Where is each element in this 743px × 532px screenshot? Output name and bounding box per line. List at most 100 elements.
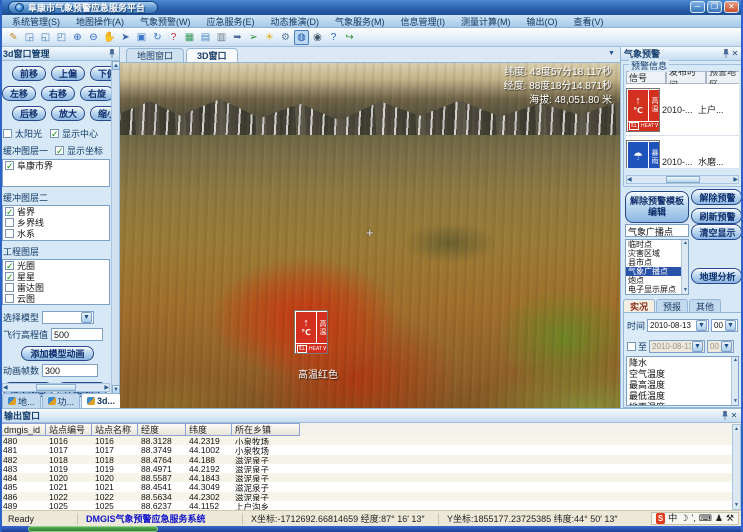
start-button-edge[interactable] xyxy=(28,526,158,532)
layer-swipe-icon[interactable]: ▦ xyxy=(182,30,197,45)
ime-punct-icon[interactable]: ’, xyxy=(691,513,696,524)
scroll-right-icon[interactable]: ▶ xyxy=(104,384,109,391)
point-type-list[interactable]: 临时点 灾害区域 县市点 气象广播点 炮点 电子显示屏点 xyxy=(625,239,689,295)
output-vscrollbar[interactable] xyxy=(732,424,741,510)
globe-3d-icon[interactable]: ◍ xyxy=(294,30,309,45)
measure-icon[interactable]: ✎ xyxy=(6,30,21,45)
anim-frames-input[interactable] xyxy=(42,364,98,377)
exit-icon[interactable]: ↪ xyxy=(342,30,357,45)
layer-checkbox[interactable] xyxy=(5,207,14,216)
table-row[interactable]: 485 1021 1021 88.4541 44.3049 滋泥泉子 xyxy=(0,482,743,491)
minimize-button[interactable]: ─ xyxy=(690,1,705,13)
column-header[interactable]: 纬度 xyxy=(186,423,232,436)
show-coord-checkbox[interactable] xyxy=(55,146,64,155)
layer-list-item[interactable]: 云图 xyxy=(3,293,109,304)
column-header[interactable]: 站点编号 xyxy=(46,423,92,436)
scroll-thumb[interactable] xyxy=(36,384,76,391)
table-row[interactable]: 489 1025 1025 88.6237 44.1152 上户沟乡 xyxy=(0,501,743,510)
element-list-vscrollbar[interactable] xyxy=(731,357,738,405)
project-layer-list[interactable]: 光圈 星星 雷达图 云图 xyxy=(2,259,110,305)
map-tab-overflow-button[interactable]: ▼ xyxy=(608,50,735,57)
remove-warning-button[interactable]: 解除预警 xyxy=(691,189,742,205)
camera-nav-button[interactable]: 缩小 xyxy=(90,106,112,121)
show-center-checkbox[interactable] xyxy=(50,129,59,138)
add-model-anim-button[interactable]: 添加模型动画 xyxy=(21,346,93,361)
template-edit-button[interactable]: 解除预警模板编辑 xyxy=(625,191,689,223)
warning-column-header[interactable]: 发布时间 xyxy=(666,71,706,84)
settings-gear-icon[interactable]: ⚙ xyxy=(278,30,293,45)
scroll-left-icon[interactable]: ◀ xyxy=(627,176,632,183)
camera-nav-button[interactable]: 左移 xyxy=(2,86,36,101)
map-3d-view[interactable]: 纬度: 43度57分18.117秒 经度: 88度18分14.871秒 海拔: … xyxy=(120,63,620,408)
forecast-tab[interactable]: 实况 xyxy=(623,299,655,312)
point-list-vscrollbar[interactable] xyxy=(681,240,688,294)
table-row[interactable]: 483 1019 1019 88.4971 44.2192 滋泥泉子 xyxy=(0,464,743,473)
heat-wave-marker-icon[interactable]: ↑℃ 高温 红HEAT WAVE xyxy=(294,310,328,354)
geo-analysis-button[interactable]: 地理分析 xyxy=(691,268,742,284)
camera-nav-button[interactable]: 后移 xyxy=(12,106,46,121)
menu-item[interactable]: 应急服务(E) xyxy=(199,15,263,28)
close-button[interactable]: ✕ xyxy=(724,1,739,13)
layer-checkbox[interactable] xyxy=(5,218,14,227)
pin-icon[interactable] xyxy=(721,411,729,420)
layer-checkbox[interactable] xyxy=(5,272,14,281)
hour-select[interactable]: 00▼ xyxy=(711,319,738,332)
select-arrow-icon[interactable]: ➤ xyxy=(118,30,133,45)
title-bar[interactable]: 阜康市气象预警应急服务平台 ─ ❐ ✕ xyxy=(0,0,743,15)
layer-checkbox[interactable] xyxy=(5,283,14,292)
print-icon[interactable]: ▥ xyxy=(214,30,229,45)
table-row[interactable]: 484 1020 1020 88.5587 44.1843 滋泥泉子 xyxy=(0,473,743,482)
ime-wrench-icon[interactable]: ⚒ xyxy=(726,513,734,524)
camera-nav-button[interactable]: 右旋 xyxy=(80,86,112,101)
left-panel-tab[interactable]: 3d... xyxy=(81,393,121,408)
left-panel-vscrollbar[interactable]: ▲ ▼ xyxy=(111,61,119,394)
forecast-tab[interactable]: 预报 xyxy=(656,299,688,312)
camera-nav-button[interactable]: 下俯 xyxy=(90,66,112,81)
restore-button[interactable]: ❐ xyxy=(707,1,722,13)
flight-height-input[interactable] xyxy=(51,328,103,341)
layer-checkbox[interactable] xyxy=(5,261,14,270)
buffer-layer2-list[interactable]: 省界 乡界线 水系 xyxy=(2,205,110,241)
left-panel-tab[interactable]: 地... xyxy=(2,393,41,408)
menu-item[interactable]: 查看(V) xyxy=(566,15,612,28)
ime-keyboard-icon[interactable]: ⌨ xyxy=(699,513,712,524)
table-row[interactable]: 481 1017 1017 88.3749 44.1002 小泉牧场 xyxy=(0,445,743,454)
column-header[interactable]: 站点名称 xyxy=(92,423,138,436)
close-panel-icon[interactable]: ✕ xyxy=(729,411,739,420)
column-header[interactable]: 经度 xyxy=(138,423,186,436)
left-panel-tab[interactable]: 功... xyxy=(42,393,81,408)
zoom-in-icon[interactable]: ⊕ xyxy=(70,30,85,45)
menu-item[interactable]: 气象服务(M) xyxy=(327,15,393,28)
camera-nav-button[interactable]: 上偏 xyxy=(51,66,85,81)
sogou-logo-icon[interactable]: S xyxy=(656,513,665,524)
fly-path-icon[interactable]: ➢ xyxy=(246,30,261,45)
point-list-item[interactable]: 电子显示屏点 xyxy=(626,285,681,294)
sunlight-checkbox[interactable] xyxy=(3,129,12,138)
warning-row[interactable]: ☂ 暴雨 蓝RAIN STORM 2010-... 水磨... xyxy=(626,136,739,168)
zoom-box-icon[interactable]: ◰ xyxy=(54,30,69,45)
point-type-display[interactable]: 气象广播点 xyxy=(625,224,689,237)
layer-list-item[interactable]: 阜康市界 xyxy=(3,160,109,171)
menu-item[interactable]: 地图操作(A) xyxy=(68,15,132,28)
warning-row[interactable]: ↑℃ 高温 红HEAT WAVE 2010-... 上户... xyxy=(626,84,739,136)
layer-list-item[interactable]: 水系 xyxy=(3,228,109,239)
scroll-right-icon[interactable]: ▶ xyxy=(733,176,738,183)
hour2-select[interactable]: 00▼ xyxy=(707,340,734,353)
map-tab[interactable]: 3D窗口 xyxy=(186,48,238,62)
camera-nav-button[interactable]: 右移 xyxy=(41,86,75,101)
date2-select[interactable]: 2010-08-13▼ xyxy=(649,340,705,353)
visibility-eye-icon[interactable]: ◉ xyxy=(310,30,325,45)
camera-nav-button[interactable]: 前移 xyxy=(12,66,46,81)
plot-export-icon[interactable]: ➥ xyxy=(230,30,245,45)
ime-moon-icon[interactable]: ☽ xyxy=(680,513,688,524)
menu-item[interactable]: 动态推演(D) xyxy=(263,15,328,28)
identify-icon[interactable]: ? xyxy=(166,30,181,45)
left-panel-hscrollbar[interactable]: ◀ ▶ xyxy=(2,383,110,392)
warning-sign-icon[interactable]: ☂ 暴雨 蓝RAIN STORM xyxy=(626,140,660,169)
chevron-down-icon[interactable]: ▼ xyxy=(81,312,92,323)
weather-element-list[interactable]: 降水空气温度最高温度最低温度地面温度 xyxy=(626,356,739,406)
to-date-checkbox[interactable] xyxy=(627,342,636,351)
snapshot-icon[interactable]: ▤ xyxy=(198,30,213,45)
scroll-thumb[interactable] xyxy=(666,176,700,183)
chevron-down-icon[interactable]: ▼ xyxy=(696,320,707,331)
